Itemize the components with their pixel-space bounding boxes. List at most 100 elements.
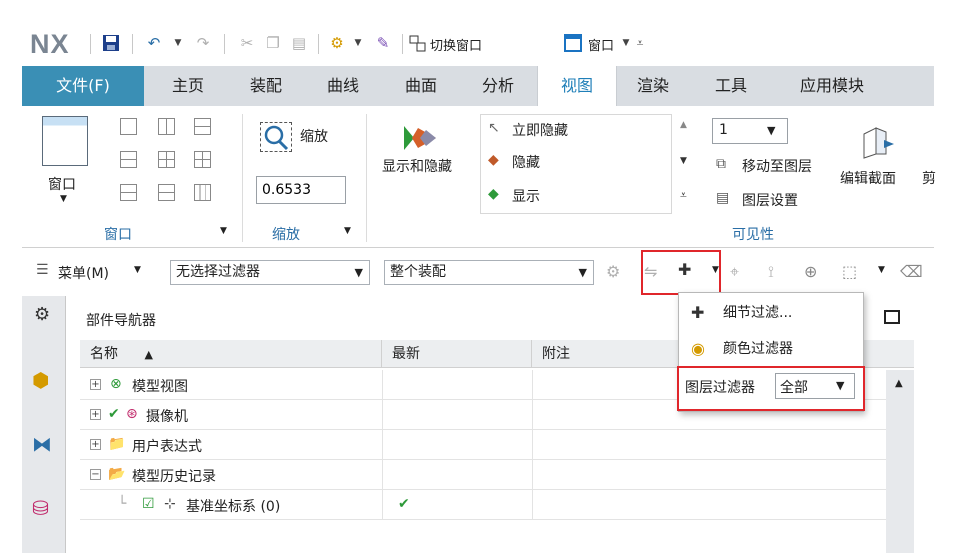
cut-label[interactable]: 剪 — [922, 168, 936, 188]
command-finder-icon[interactable]: ⚙ — [326, 32, 348, 54]
collapse-icon[interactable]: − — [90, 469, 101, 480]
part-navigator-icon[interactable]: ⛁ — [32, 496, 49, 520]
window-dropdown-icon[interactable]: ▼ — [620, 32, 632, 54]
window-large-icon[interactable] — [42, 116, 88, 166]
menu-button[interactable]: 菜单(M) — [58, 263, 109, 283]
show-hide-label[interactable]: 显示和隐藏 — [382, 156, 452, 176]
brush-icon[interactable]: ✎ — [372, 32, 394, 54]
undo-dropdown-icon[interactable]: ▼ — [172, 32, 184, 54]
layout-three-icon[interactable] — [158, 184, 175, 201]
rectangle-select-dropdown-icon[interactable]: ▼ — [878, 265, 885, 275]
tab-file[interactable]: 文件(F) — [22, 66, 144, 106]
show-hide-icon[interactable] — [400, 120, 440, 160]
layer-settings-icon[interactable]: ▤ — [716, 190, 729, 206]
color-filter-menu-item[interactable]: ◉ 颜色过滤器 — [679, 333, 865, 365]
copy-icon[interactable]: ❐ — [262, 32, 284, 54]
hide-label[interactable]: 隐藏 — [512, 152, 540, 172]
ribbon-tab-bar: 文件(F) 主页 装配 曲线 曲面 分析 视图 渲染 工具 应用模块 — [22, 66, 934, 106]
cell-divider — [532, 370, 533, 400]
show-icon[interactable]: ◆ — [488, 186, 499, 202]
tree-row[interactable]: └ ☑ ⊹ 基准坐标系 (0) ✔ — [80, 490, 914, 520]
layout-two-vertical-icon[interactable] — [158, 118, 175, 135]
tab-view[interactable]: 视图 — [537, 66, 617, 106]
camera-icon: ⊛ — [126, 406, 138, 422]
tab-curve[interactable]: 曲线 — [317, 66, 369, 106]
tab-analysis[interactable]: 分析 — [472, 66, 524, 106]
snap-point-icon[interactable]: ⌖ — [730, 262, 739, 282]
tree-row-label: 模型历史记录 — [132, 469, 216, 485]
rectangle-select-icon[interactable]: ⬚ — [842, 262, 857, 281]
window-button-label[interactable]: 窗口 — [48, 174, 76, 194]
tab-tools[interactable]: 工具 — [705, 66, 757, 106]
constraint-navigator-icon[interactable]: ⧓ — [32, 432, 52, 456]
layout-split-icon[interactable] — [120, 151, 137, 168]
layout-four-alt-icon[interactable] — [194, 151, 211, 168]
assembly-select-icon[interactable]: ⊕ — [804, 262, 817, 281]
column-header-name[interactable]: 名称 ▲ — [80, 340, 382, 368]
hide-icon[interactable]: ◆ — [488, 152, 499, 168]
layout-bottom-icon[interactable] — [120, 184, 137, 201]
settings-gear-icon[interactable]: ⚙ — [34, 304, 50, 325]
tab-application[interactable]: 应用模块 — [782, 66, 882, 106]
column-header-latest[interactable]: 最新 — [382, 340, 532, 368]
tab-surface[interactable]: 曲面 — [395, 66, 447, 106]
tab-home[interactable]: 主页 — [162, 66, 214, 106]
expand-icon[interactable]: + — [90, 409, 101, 420]
selection-filter-select[interactable]: 无选择过滤器 ▼ — [170, 260, 370, 285]
layout-six-icon[interactable] — [194, 184, 211, 201]
eraser-icon[interactable]: ⌫ — [900, 262, 923, 281]
redo-icon[interactable]: ↷ — [192, 32, 214, 54]
list-expand-icon[interactable]: ⩡ — [680, 188, 687, 203]
layout-four-icon[interactable] — [158, 151, 175, 168]
save-icon[interactable] — [100, 32, 122, 54]
layer-select[interactable]: 1 ▼ — [712, 118, 788, 144]
zoom-button-label[interactable]: 缩放 — [300, 126, 328, 146]
expand-icon[interactable]: + — [90, 379, 101, 390]
vertical-scrollbar[interactable]: ▲ — [886, 370, 914, 553]
expand-icon[interactable]: + — [90, 439, 101, 450]
checkbox-checked-icon[interactable]: ☑ — [142, 496, 155, 512]
menu-icon[interactable]: ☰ — [36, 262, 49, 278]
edit-section-icon[interactable] — [858, 124, 898, 160]
switch-window-icon[interactable] — [406, 32, 428, 54]
window-menu-label[interactable]: 窗口 — [588, 35, 614, 54]
window-button-dropdown-icon[interactable]: ▼ — [60, 194, 67, 204]
assembly-scope-select[interactable]: 整个装配 ▼ — [384, 260, 594, 285]
check-icon[interactable]: ✔ — [108, 406, 120, 422]
immediate-hide-label[interactable]: 立即隐藏 — [512, 120, 568, 140]
tree-row[interactable]: + 📁 用户表达式 — [80, 430, 914, 460]
column-header-notes[interactable]: 附注 — [532, 340, 682, 368]
undo-icon[interactable]: ↶ — [143, 32, 165, 54]
switch-window-label[interactable]: 切换窗口 — [430, 35, 482, 54]
scroll-up-icon[interactable]: ▲ — [895, 378, 903, 389]
show-label[interactable]: 显示 — [512, 186, 540, 206]
maximize-icon[interactable] — [884, 310, 900, 324]
assembly-navigator-icon[interactable]: ⬢ — [32, 368, 49, 392]
highlight-box — [641, 250, 721, 295]
window-group-expand-icon[interactable]: ▼ — [220, 226, 227, 236]
zoom-group-expand-icon[interactable]: ▼ — [344, 226, 351, 236]
tab-render[interactable]: 渲染 — [627, 66, 679, 106]
customize-qat-icon[interactable]: ⩡ — [634, 32, 646, 54]
window-icon[interactable] — [562, 32, 584, 54]
command-finder-dropdown-icon[interactable]: ▼ — [352, 32, 364, 54]
layout-single-icon[interactable] — [120, 118, 137, 135]
list-scroll-down-icon[interactable]: ▼ — [680, 156, 687, 166]
detail-filter-menu-item[interactable]: ✚ 细节过滤... — [679, 297, 865, 329]
zoom-value-field[interactable] — [256, 176, 346, 204]
select-parts-icon[interactable]: ⚙ — [606, 262, 620, 281]
immediate-hide-icon[interactable]: ↖ — [488, 120, 500, 136]
list-scroll-up-icon[interactable]: ▲ — [680, 120, 687, 130]
cut-icon[interactable]: ✂ — [236, 32, 258, 54]
move-to-layer-icon[interactable]: ⧉ — [716, 156, 726, 172]
layout-two-horizontal-icon[interactable] — [194, 118, 211, 135]
zoom-icon[interactable] — [260, 122, 292, 152]
move-to-layer-label[interactable]: 移动至图层 — [742, 156, 812, 176]
menu-dropdown-icon[interactable]: ▼ — [134, 265, 141, 275]
paste-icon[interactable]: ▤ — [288, 32, 310, 54]
tab-assembly[interactable]: 装配 — [240, 66, 292, 106]
layer-settings-label[interactable]: 图层设置 — [742, 190, 798, 210]
tree-row[interactable]: − 📂 模型历史记录 — [80, 460, 914, 490]
edit-section-label[interactable]: 编辑截面 — [840, 168, 896, 188]
intersection-icon[interactable]: ⟟ — [768, 262, 774, 282]
